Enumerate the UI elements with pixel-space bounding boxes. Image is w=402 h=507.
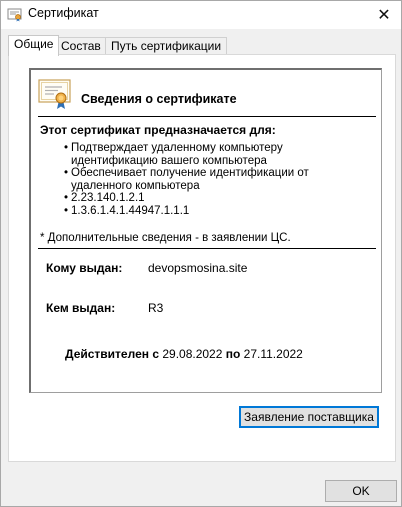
title-bar: Сертификат ✕ <box>1 1 401 29</box>
certificate-info-box: Сведения о сертификате Этот сертификат п… <box>29 68 382 393</box>
valid-to-date: 27.11.2022 <box>243 347 303 361</box>
close-button[interactable]: ✕ <box>367 1 401 29</box>
purposes-heading: Этот сертификат предназначается для: <box>40 123 276 137</box>
issued-by-label: Кем выдан: <box>46 301 116 315</box>
issued-to-value: devopsmosina.site <box>148 261 248 275</box>
general-tab-panel: Сведения о сертификате Этот сертификат п… <box>8 54 396 462</box>
valid-to-label: по <box>225 347 241 361</box>
ok-button[interactable]: OK <box>325 480 397 502</box>
certificate-ribbon-icon <box>38 78 72 110</box>
issued-by-value: R3 <box>148 301 164 315</box>
list-item: Обеспечивает получение идентификации от … <box>64 167 370 192</box>
issuer-statement-button[interactable]: Заявление поставщика <box>239 406 379 428</box>
certificate-icon <box>7 7 22 22</box>
close-icon: ✕ <box>377 7 391 24</box>
tab-details[interactable]: Состав <box>55 37 107 55</box>
list-item: 1.3.6.1.4.1.44947.1.1.1 <box>64 205 370 218</box>
valid-from-date: 29.08.2022 <box>162 347 223 361</box>
window-title: Сертификат <box>28 6 99 20</box>
list-item: 2.23.140.1.2.1 <box>64 192 370 205</box>
divider <box>38 248 376 249</box>
ca-statement-note: * Дополнительные сведения - в заявлении … <box>40 232 291 244</box>
tab-certification-path[interactable]: Путь сертификации <box>105 37 228 55</box>
certificate-info-title: Сведения о сертификате <box>81 92 237 106</box>
validity-period: Действителен с 29.08.2022 по 27.11.2022 <box>65 347 303 361</box>
tab-general[interactable]: Общие <box>8 35 60 56</box>
divider <box>38 116 376 117</box>
valid-from-label: Действителен с <box>65 347 159 361</box>
certificate-dialog: Сертификат ✕ Общие Состав Путь сертифика… <box>0 0 402 507</box>
purposes-list: Подтверждает удаленному компьютеру идент… <box>64 142 370 218</box>
list-item: Подтверждает удаленному компьютеру идент… <box>64 142 370 167</box>
issued-to-label: Кому выдан: <box>46 261 123 275</box>
